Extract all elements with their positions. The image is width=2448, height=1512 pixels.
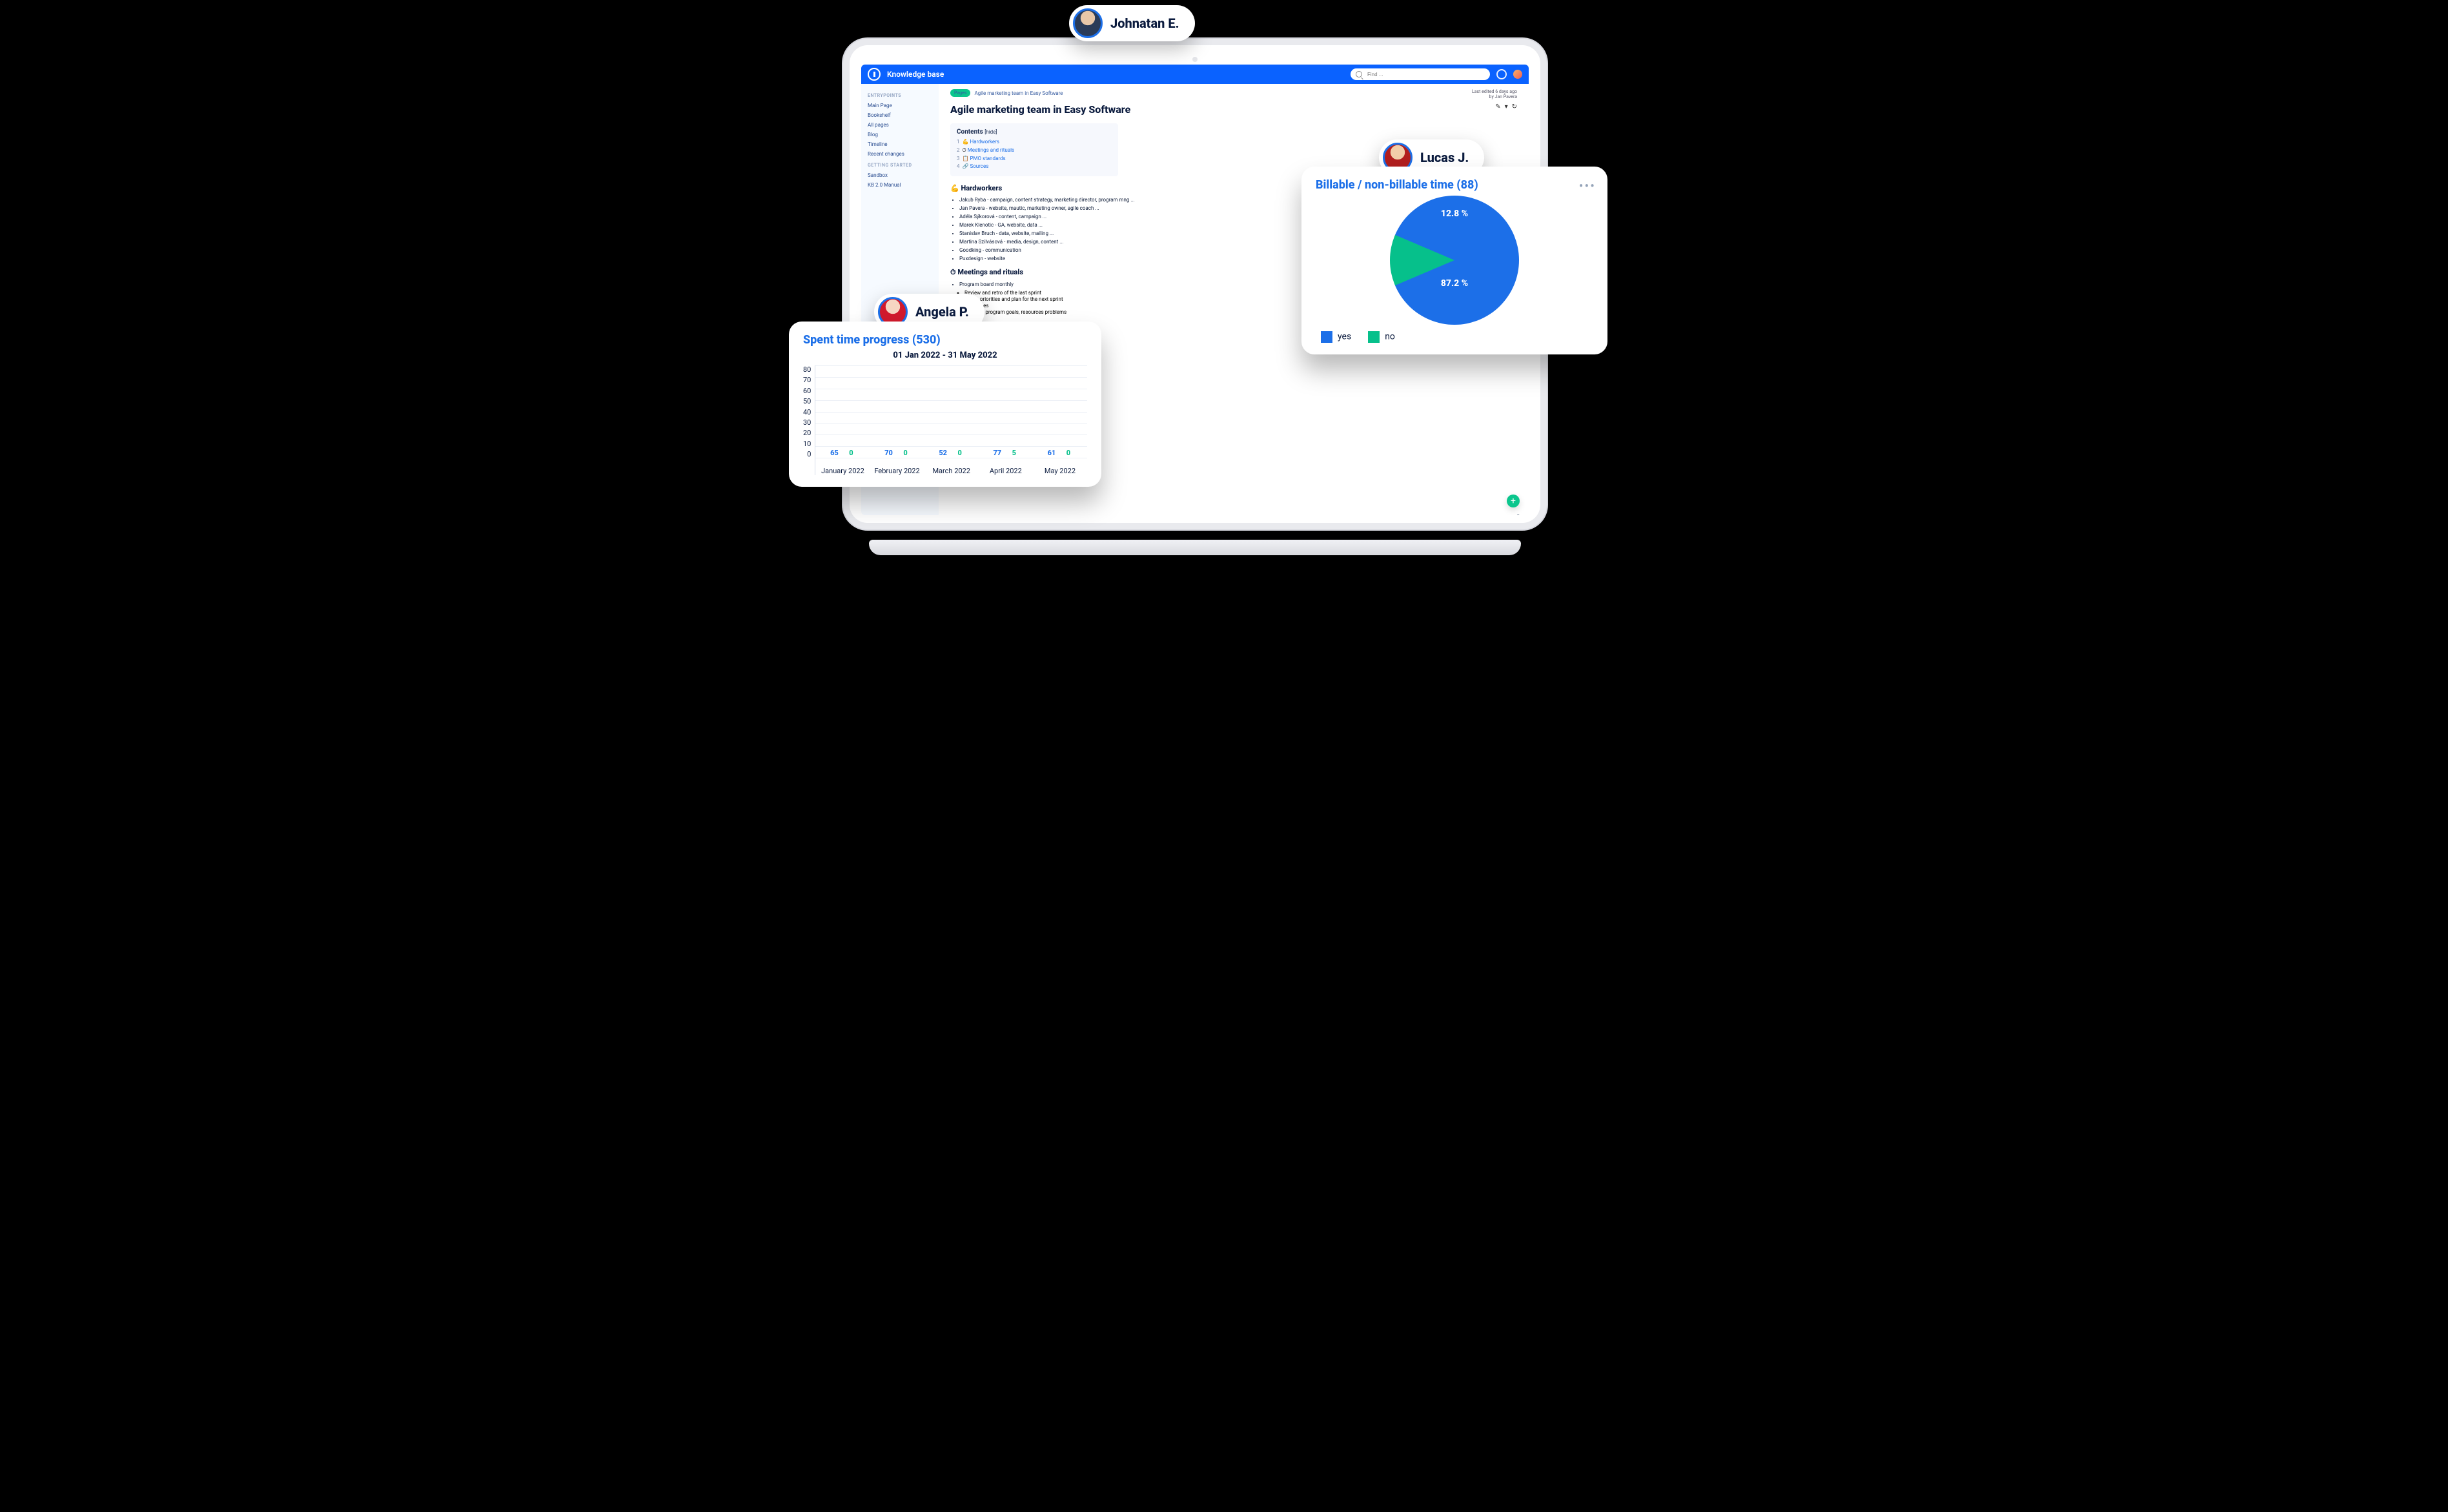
app-logo-icon (868, 68, 881, 81)
contents-hide[interactable]: [hide] (984, 129, 997, 135)
search-box[interactable] (1351, 68, 1490, 80)
toc-link[interactable]: Sources (970, 163, 988, 169)
pie-slice-label: 12.8 % (1441, 209, 1468, 219)
laptop-base (869, 540, 1521, 555)
pie-legend: yes no (1321, 331, 1395, 343)
sidebar-item-blog[interactable]: Blog (868, 130, 932, 139)
pie-chart-card: ••• Billable / non-billable time (88) 87… (1301, 167, 1607, 354)
sidebar-item-sandbox[interactable]: Sandbox (868, 170, 932, 180)
toc-link[interactable]: Hardworkers (970, 139, 999, 145)
gear-icon[interactable] (1496, 69, 1507, 79)
more-icon[interactable]: ••• (1579, 178, 1596, 194)
user-name: Johnatan E. (1110, 15, 1179, 31)
sidebar-item-timeline[interactable]: Timeline (868, 139, 932, 149)
crumb-pill[interactable]: Pages (950, 89, 970, 97)
sidebar-item-allpages[interactable]: All pages (868, 120, 932, 130)
breadcrumb: Pages Agile marketing team in Easy Softw… (950, 89, 1517, 97)
sidebar-heading: ENTRYPOINTS (868, 93, 932, 98)
sidebar-heading: GETTING STARTED (868, 163, 932, 168)
sidebar-item-main[interactable]: Main Page (868, 101, 932, 110)
user-pill-top: Johnatan E. (1069, 5, 1195, 41)
sidebar-item-bookshelf[interactable]: Bookshelf (868, 110, 932, 120)
avatar (1073, 8, 1103, 38)
page-title: Agile marketing team in Easy Software (950, 103, 1517, 116)
fab-add-button[interactable]: + (1507, 495, 1520, 507)
search-input[interactable] (1366, 71, 1485, 78)
search-icon (1356, 71, 1362, 77)
pie-slice-label: 87.2 % (1441, 278, 1468, 289)
meta-line1: Last edited 6 days ago (1472, 89, 1517, 94)
toc-link[interactable]: Meetings and rituals (968, 147, 1014, 153)
contents-box: Contents [hide] 1 💪 Hardworkers 2 ⏱ Meet… (950, 123, 1118, 176)
edit-icon[interactable]: ✎ (1495, 103, 1500, 110)
sidebar-item-recent[interactable]: Recent changes (868, 149, 932, 159)
user-name: Lucas J. (1420, 150, 1469, 165)
contents-title: Contents (957, 128, 983, 136)
toc-link[interactable]: PMO standards (970, 156, 1005, 161)
card-subtitle: 01 Jan 2022 - 31 May 2022 (803, 351, 1087, 360)
y-axis: 80706050403020100 (803, 365, 815, 475)
bar-chart-card: Spent time progress (530) 01 Jan 2022 - … (789, 322, 1101, 487)
chevron-down-icon[interactable]: ▾ (1505, 103, 1508, 110)
meta-line2: by Jan Pavera (1472, 94, 1517, 99)
user-avatar-icon[interactable] (1513, 70, 1522, 79)
app-title: Knowledge base (887, 70, 944, 79)
chevron-left-icon[interactable]: « (1516, 512, 1520, 515)
crumb-text[interactable]: Agile marketing team in Easy Software (974, 90, 1063, 96)
legend-item: yes (1321, 331, 1351, 343)
toc: 1 💪 Hardworkers 2 ⏱ Meetings and rituals… (957, 138, 1112, 171)
top-bar: Knowledge base (861, 65, 1529, 84)
card-title: Spent time progress (530) (803, 333, 1087, 347)
pie-chart: 87.2 % 12.8 % (1390, 196, 1519, 325)
page-meta: Last edited 6 days ago by Jan Pavera ✎ ▾… (1472, 89, 1517, 110)
user-name: Angela P. (915, 304, 969, 320)
x-axis: January 2022February 2022March 2022April… (815, 467, 1087, 475)
card-title: Billable / non-billable time (88) (1316, 178, 1593, 192)
bar-chart: 80706050403020100 650700520775610 Januar… (803, 365, 1087, 475)
legend-item: no (1368, 331, 1395, 343)
sidebar-item-manual[interactable]: KB 2.0 Manual (868, 180, 932, 190)
refresh-icon[interactable]: ↻ (1512, 103, 1517, 110)
